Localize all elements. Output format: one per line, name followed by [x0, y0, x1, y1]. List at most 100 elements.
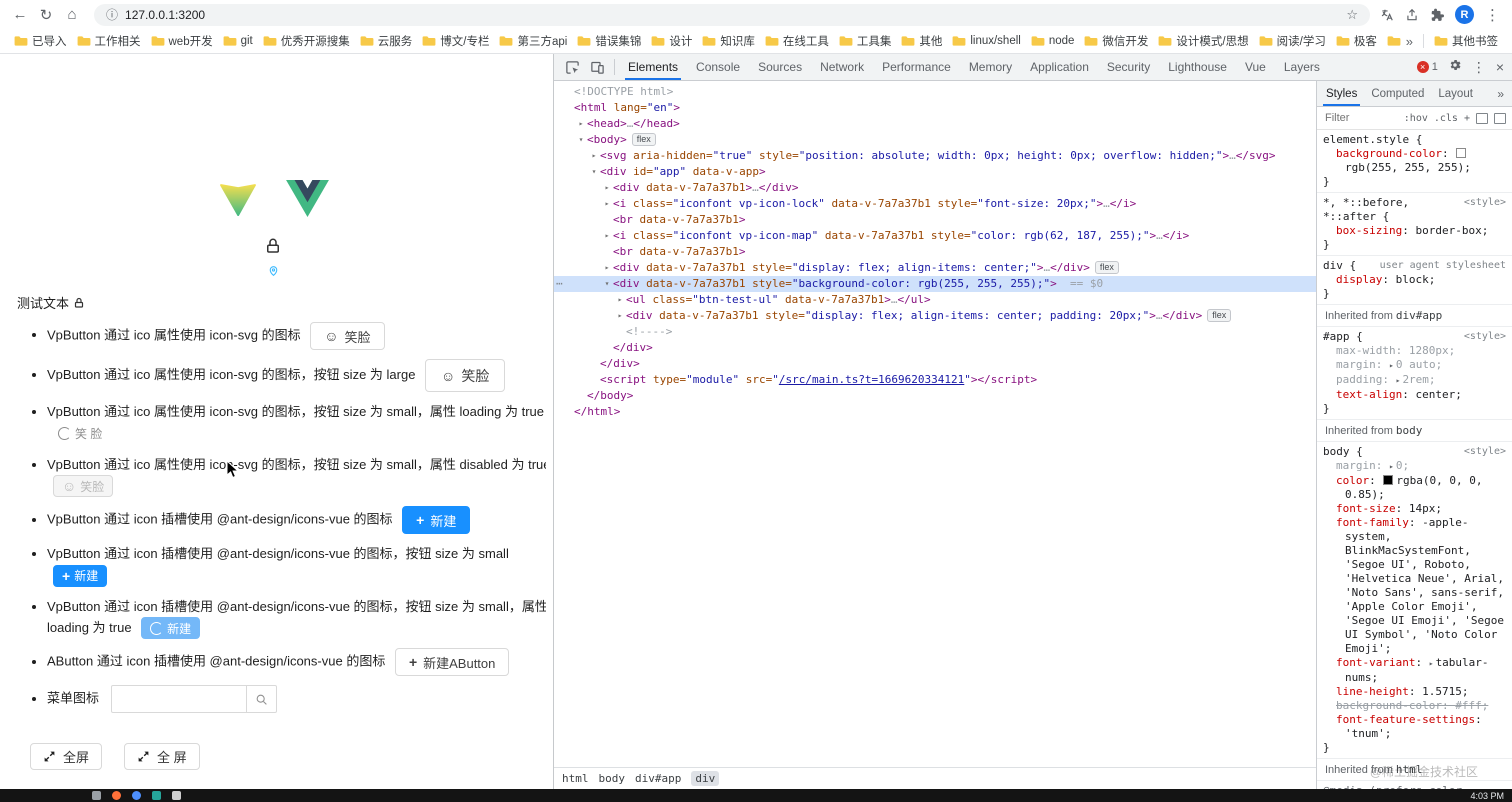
- dom-tree-row[interactable]: ▾ <body> flex: [554, 132, 1316, 148]
- rule-selector[interactable]: element.style {: [1323, 133, 1422, 147]
- share-icon[interactable]: [1405, 8, 1419, 22]
- dom-tree-row[interactable]: <script type="module" src="/src/main.ts?…: [554, 372, 1316, 388]
- bookmark-item[interactable]: 博文/专栏: [418, 31, 493, 51]
- css-property[interactable]: font-variant: ▸ tabular-nums;: [1323, 656, 1506, 685]
- devtools-tab-elements[interactable]: Elements: [619, 54, 687, 80]
- bookmark-item[interactable]: 工具集: [835, 31, 896, 51]
- taskbar-app-icon[interactable]: [92, 791, 101, 800]
- devtools-tab-security[interactable]: Security: [1098, 54, 1159, 80]
- bookmark-item[interactable]: 在线工具: [761, 31, 833, 51]
- expand-arrow-icon[interactable]: ▾: [588, 164, 600, 180]
- rule-selector[interactable]: #app {: [1323, 330, 1363, 344]
- devtools-tab-application[interactable]: Application: [1021, 54, 1098, 80]
- color-swatch[interactable]: [1456, 148, 1467, 158]
- rule-source-link[interactable]: [1498, 133, 1506, 147]
- flex-badge[interactable]: flex: [631, 133, 656, 146]
- devtools-tab-network[interactable]: Network: [811, 54, 873, 80]
- search-button[interactable]: [246, 685, 277, 714]
- new-button-small[interactable]: + 新建: [53, 564, 108, 587]
- breadcrumb-item[interactable]: html: [562, 772, 589, 785]
- css-property[interactable]: background-color: rgb(255, 255, 255);: [1323, 147, 1506, 175]
- panel-layout-icon[interactable]: [1494, 112, 1506, 124]
- bookmark-item[interactable]: 设计模式/思想: [1154, 31, 1252, 51]
- css-property[interactable]: color: rgba(0, 0, 0, 0.85);: [1323, 474, 1506, 502]
- expand-arrow-icon[interactable]: ▸: [601, 260, 613, 276]
- bookmark-item[interactable]: 其他: [897, 31, 946, 51]
- profile-avatar[interactable]: R: [1455, 5, 1474, 24]
- dom-tree-row[interactable]: ▸ <i class="iconfont vp-icon-lock" data-v…: [554, 196, 1316, 212]
- devtools-tab-vue[interactable]: Vue: [1236, 54, 1275, 80]
- css-property[interactable]: font-family: -apple-system, BlinkMacSyst…: [1323, 516, 1506, 656]
- rule-source-link[interactable]: <style>: [1456, 445, 1506, 459]
- expand-shorthand-icon[interactable]: ▸: [1396, 376, 1401, 385]
- dom-tree-row[interactable]: ▸ <div data-v-7a7a37b1 style="display: fl…: [554, 308, 1316, 324]
- bookmark-item[interactable]: 第三方api: [495, 31, 571, 51]
- styles-tab-computed[interactable]: Computed: [1364, 81, 1431, 106]
- bookmark-item[interactable]: 工作相关: [73, 31, 145, 51]
- flex-badge[interactable]: flex: [1094, 261, 1119, 274]
- menu-icon-input[interactable]: [110, 685, 247, 714]
- css-property[interactable]: text-align: center;: [1323, 388, 1506, 402]
- styles-tab-layout[interactable]: Layout: [1431, 81, 1480, 106]
- css-property[interactable]: font-feature-settings: 'tnum';: [1323, 713, 1506, 741]
- taskbar-app-icon[interactable]: [172, 791, 181, 800]
- device-toolbar-icon[interactable]: [585, 54, 610, 80]
- bookmark-item[interactable]: 设计: [647, 31, 696, 51]
- breadcrumb-item[interactable]: div#app: [635, 772, 681, 785]
- browser-menu-icon[interactable]: ⋮: [1485, 6, 1500, 24]
- devtools-close-icon[interactable]: ×: [1496, 59, 1504, 75]
- inspect-element-icon[interactable]: [560, 54, 585, 80]
- expand-arrow-icon[interactable]: ▸: [575, 116, 587, 132]
- devtools-tab-lighthouse[interactable]: Lighthouse: [1159, 54, 1236, 80]
- expand-arrow-icon[interactable]: ▸: [601, 196, 613, 212]
- dom-tree-row[interactable]: ▸ <head>…</head>: [554, 116, 1316, 132]
- bookmark-item[interactable]: 知识库: [698, 31, 759, 51]
- dom-tree-row[interactable]: ▸ <svg aria-hidden="true" style="position…: [554, 148, 1316, 164]
- inherited-from-link[interactable]: body: [1396, 424, 1423, 437]
- inherited-from-link[interactable]: div#app: [1396, 309, 1442, 322]
- bookmark-item[interactable]: 微信开发: [1080, 31, 1152, 51]
- css-property[interactable]: margin: ▸ 0;: [1323, 459, 1506, 474]
- styles-tabs-overflow-chevron[interactable]: »: [1491, 81, 1510, 106]
- taskbar-app-icon[interactable]: [132, 791, 141, 800]
- rule-selector[interactable]: *, *::before, *::after {: [1323, 196, 1456, 224]
- css-property[interactable]: padding: ▸ 2rem;: [1323, 373, 1506, 388]
- bookmark-star-icon[interactable]: ☆: [1346, 7, 1358, 23]
- dom-tree-row[interactable]: ▸ <div data-v-7a7a37b1 style="display: fl…: [554, 260, 1316, 276]
- rule-source-link[interactable]: <style>: [1456, 196, 1506, 224]
- expand-shorthand-icon[interactable]: ▸: [1389, 361, 1394, 370]
- dom-tree-row[interactable]: ▾ <div id="app" data-v-app>: [554, 164, 1316, 180]
- home-icon[interactable]: ⌂: [60, 3, 84, 27]
- expand-arrow-icon[interactable]: ▸: [601, 180, 613, 196]
- smile-loading-button[interactable]: 笑 脸: [53, 423, 107, 445]
- bookmark-item[interactable]: 极客: [1332, 31, 1381, 51]
- smile-button[interactable]: ☺ 笑脸: [310, 322, 385, 350]
- styles-toggle[interactable]: .cls: [1434, 113, 1458, 124]
- bookmark-item[interactable]: node: [1027, 33, 1079, 49]
- css-property[interactable]: font-size: 14px;: [1323, 502, 1506, 516]
- new-loading-button[interactable]: 新建: [141, 617, 201, 640]
- color-swatch[interactable]: [1383, 475, 1394, 485]
- devtools-tab-console[interactable]: Console: [687, 54, 749, 80]
- address-bar[interactable]: ⓘ 127.0.0.1:3200 ☆: [94, 3, 1370, 26]
- css-property[interactable]: background-color: #fff;: [1323, 699, 1506, 713]
- bookmark-item[interactable]: 优秀开源搜集: [259, 31, 354, 51]
- devtools-tab-memory[interactable]: Memory: [960, 54, 1021, 80]
- dom-tree-row[interactable]: <html lang="en">: [554, 100, 1316, 116]
- dom-tree-row[interactable]: <!---->: [554, 324, 1316, 340]
- taskbar-app-icon[interactable]: [112, 791, 121, 800]
- expand-shorthand-icon[interactable]: ▸: [1429, 659, 1434, 668]
- dom-tree-row[interactable]: ▸ <ul class="btn-test-ul" data-v-7a7a37b1…: [554, 292, 1316, 308]
- breadcrumb-item[interactable]: body: [599, 772, 626, 785]
- dom-tree-row[interactable]: <!DOCTYPE html>: [554, 84, 1316, 100]
- bookmark-item[interactable]: 阅读/学习: [1255, 31, 1330, 51]
- bookmark-item[interactable]: git: [219, 33, 257, 49]
- grid-toggle-icon[interactable]: [1476, 112, 1488, 124]
- bookmark-item[interactable]: 公众号运营: [1383, 31, 1402, 51]
- expand-arrow-icon[interactable]: ▾: [601, 276, 613, 292]
- dom-tree-row[interactable]: </div>: [554, 340, 1316, 356]
- devtools-tab-sources[interactable]: Sources: [749, 54, 811, 80]
- bookmark-item[interactable]: linux/shell: [948, 33, 1025, 49]
- back-icon[interactable]: ←: [8, 3, 32, 27]
- row-menu-dots-icon[interactable]: ⋯: [556, 276, 563, 292]
